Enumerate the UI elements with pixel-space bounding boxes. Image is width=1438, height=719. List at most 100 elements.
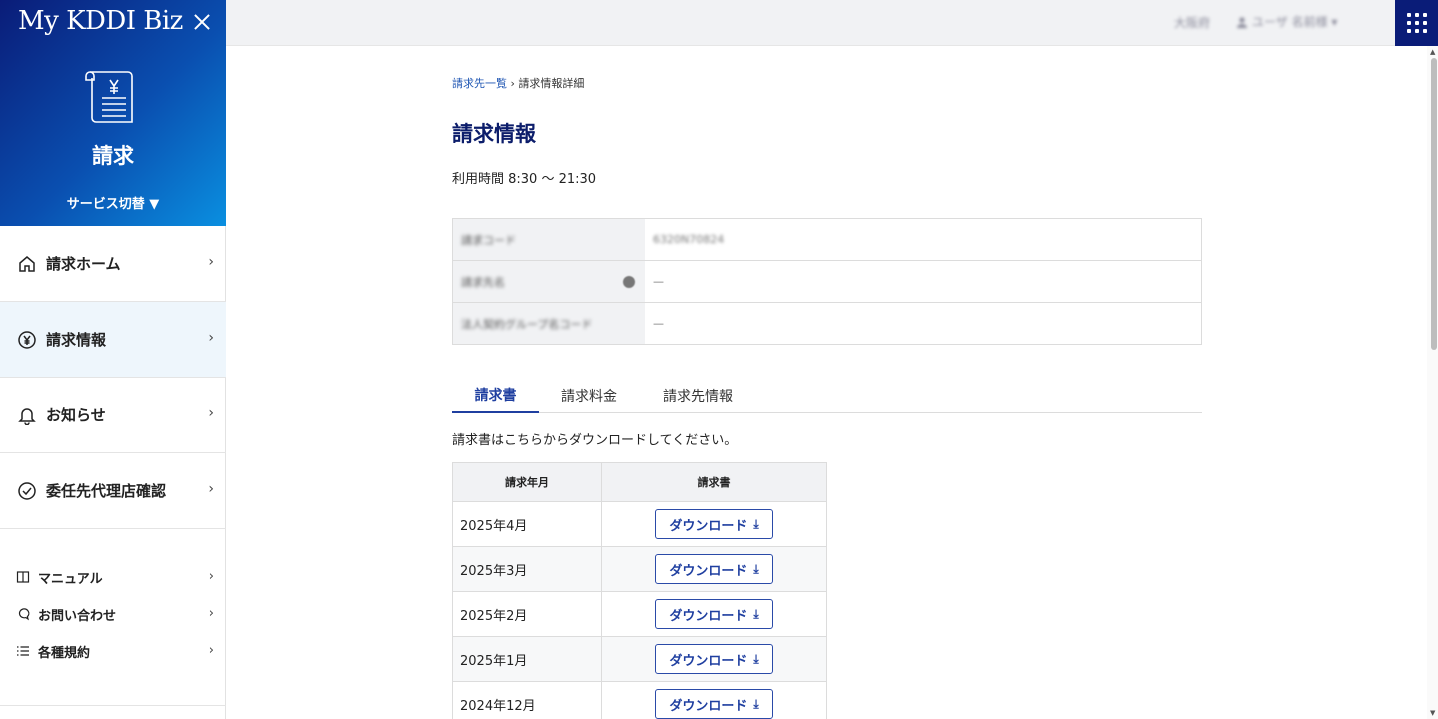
download-button[interactable]: ダウンロード ⤓ xyxy=(655,599,773,629)
chevron-right-icon: › xyxy=(208,330,214,346)
book-icon xyxy=(16,571,30,583)
sidebar-item-terms[interactable]: 各種規約 › xyxy=(0,636,226,666)
info-value-text: — xyxy=(653,317,664,330)
download-button[interactable]: ダウンロード ⤓ xyxy=(655,509,773,539)
table-row: 2025年1月 ダウンロード ⤓ xyxy=(452,636,827,682)
sidebar-item-label: マニュアル xyxy=(38,571,103,587)
sidebar-item-label: 委任先代理店確認 xyxy=(46,482,167,500)
sidebar-item-label: 各種規約 xyxy=(38,645,91,661)
chevron-right-icon: › xyxy=(208,481,214,497)
tab-bar: 請求書 請求料金 請求先情報 xyxy=(452,378,1202,413)
column-header-invoice: 請求書 xyxy=(601,462,827,502)
close-icon[interactable] xyxy=(190,10,214,34)
sidebar-item-agency-check[interactable]: 委任先代理店確認 › xyxy=(0,453,226,529)
tab-description: 請求書はこちらからダウンロードしてください。 xyxy=(452,433,738,448)
bell-icon xyxy=(18,407,36,425)
download-icon: ⤓ xyxy=(753,561,759,576)
info-value-text: — xyxy=(653,275,664,288)
sidebar-item-notices[interactable]: お知らせ › xyxy=(0,377,226,453)
help-icon[interactable] xyxy=(623,276,635,288)
home-icon xyxy=(19,255,35,272)
invoice-month: 2025年4月 xyxy=(452,501,602,547)
info-row: 請求コード 6320N70824 xyxy=(453,219,1201,261)
sidebar-item-label: 請求ホーム xyxy=(46,255,121,273)
company-name: 大阪府 xyxy=(1174,16,1211,30)
table-row: 2025年2月 ダウンロード ⤓ xyxy=(452,591,827,637)
user-menu[interactable]: ユーザ 名前様 ▾ xyxy=(1236,13,1337,30)
sidebar-title: 請求 xyxy=(92,144,134,168)
service-switch-button[interactable]: サービス切替 ▼ xyxy=(0,193,226,212)
info-key: 請求先名 xyxy=(453,261,645,302)
column-header-month: 請求年月 xyxy=(452,462,602,502)
download-icon: ⤓ xyxy=(753,696,759,711)
chevron-right-icon: › xyxy=(208,643,214,658)
scroll-down-icon[interactable]: ▼ xyxy=(1430,709,1435,717)
info-key-label: 請求先名 xyxy=(461,275,505,289)
yen-circle-icon xyxy=(18,330,36,349)
list-icon xyxy=(17,646,29,656)
sidebar-item-manual[interactable]: マニュアル › xyxy=(0,562,226,592)
info-value: — xyxy=(645,261,1201,302)
sidebar-item-label: 請求情報 xyxy=(46,331,107,349)
breadcrumb-link-billing-list[interactable]: 請求先一覧 xyxy=(452,77,507,90)
top-bar: 大阪府 ユーザ 名前様 ▾ xyxy=(226,0,1438,46)
chevron-right-icon: › xyxy=(208,405,214,421)
download-label: ダウンロード xyxy=(669,518,748,534)
info-row: 請求先名 — xyxy=(453,261,1201,303)
tab-invoice[interactable]: 請求書 xyxy=(452,378,539,413)
info-key: 請求コード xyxy=(453,219,645,260)
tab-charges[interactable]: 請求料金 xyxy=(549,378,629,413)
chevron-right-icon: › xyxy=(208,569,214,584)
sidebar-item-contact[interactable]: お問い合わせ › xyxy=(0,599,226,629)
download-icon: ⤓ xyxy=(753,606,759,621)
download-icon: ⤓ xyxy=(753,516,759,531)
invoice-month: 2025年1月 xyxy=(452,636,602,682)
user-icon xyxy=(1237,16,1247,28)
download-label: ダウンロード xyxy=(669,563,748,579)
info-value: 6320N70824 xyxy=(645,219,1201,260)
breadcrumb-current: 請求情報詳細 xyxy=(518,77,585,90)
app-grid-button[interactable] xyxy=(1395,0,1438,46)
billing-info-table: 請求コード 6320N70824 請求先名 — 法人契約グループ名コード — xyxy=(452,218,1202,345)
download-button[interactable]: ダウンロード ⤓ xyxy=(655,554,773,584)
page-title: 請求情報 xyxy=(452,122,536,146)
brand-logo: My KDDI Biz xyxy=(18,6,183,36)
grid-icon xyxy=(1407,13,1427,33)
sidebar-item-label: お知らせ xyxy=(46,406,106,424)
info-row: 法人契約グループ名コード — xyxy=(453,303,1201,344)
invoice-month: 2025年2月 xyxy=(452,591,602,637)
sidebar-header: My KDDI Biz 請求 サービス切替 ▼ xyxy=(0,0,226,226)
download-label: ダウンロード xyxy=(669,698,748,714)
sidebar-item-billing-info[interactable]: 請求情報 › xyxy=(0,302,226,378)
breadcrumb: 請求先一覧 › 請求情報詳細 xyxy=(452,75,584,91)
scrollbar-thumb[interactable] xyxy=(1431,58,1437,350)
sidebar-item-billing-home[interactable]: 請求ホーム › xyxy=(0,226,226,302)
table-header-row: 請求年月 請求書 xyxy=(452,462,827,502)
sidebar: My KDDI Biz 請求 サービス切替 ▼ 請求ホーム › 請求情報 › お… xyxy=(0,0,226,719)
chevron-right-icon: › xyxy=(208,606,214,621)
info-value-text: 6320N70824 xyxy=(653,233,725,246)
info-key: 法人契約グループ名コード xyxy=(453,303,645,344)
info-value: — xyxy=(645,303,1201,344)
service-hours: 利用時間 8:30 〜 21:30 xyxy=(452,172,597,187)
info-key-label: 請求コード xyxy=(461,233,516,247)
scroll-up-icon[interactable]: ▲ xyxy=(1430,48,1435,56)
chat-icon xyxy=(18,608,30,621)
chevron-right-icon: › xyxy=(208,254,214,270)
table-row: 2024年12月 ダウンロード ⤓ xyxy=(452,681,827,719)
user-name: ユーザ 名前様 ▾ xyxy=(1252,15,1338,29)
table-row: 2025年4月 ダウンロード ⤓ xyxy=(452,501,827,547)
download-button[interactable]: ダウンロード ⤓ xyxy=(655,689,773,719)
download-label: ダウンロード xyxy=(669,608,748,624)
invoice-month: 2024年12月 xyxy=(452,681,602,719)
invoice-table: 請求年月 請求書 2025年4月 ダウンロード ⤓ 2025年3月 ダウンロード ⤓… xyxy=(452,462,827,719)
sidebar-item-label: お問い合わせ xyxy=(38,608,117,624)
tab-billing-address[interactable]: 請求先情報 xyxy=(652,378,744,413)
info-key-label: 法人契約グループ名コード xyxy=(461,317,593,331)
download-button[interactable]: ダウンロード ⤓ xyxy=(655,644,773,674)
invoice-month: 2025年3月 xyxy=(452,546,602,592)
invoice-scroll-icon xyxy=(85,71,133,123)
breadcrumb-separator: › xyxy=(507,77,519,90)
divider xyxy=(0,705,226,706)
download-label: ダウンロード xyxy=(669,653,748,669)
